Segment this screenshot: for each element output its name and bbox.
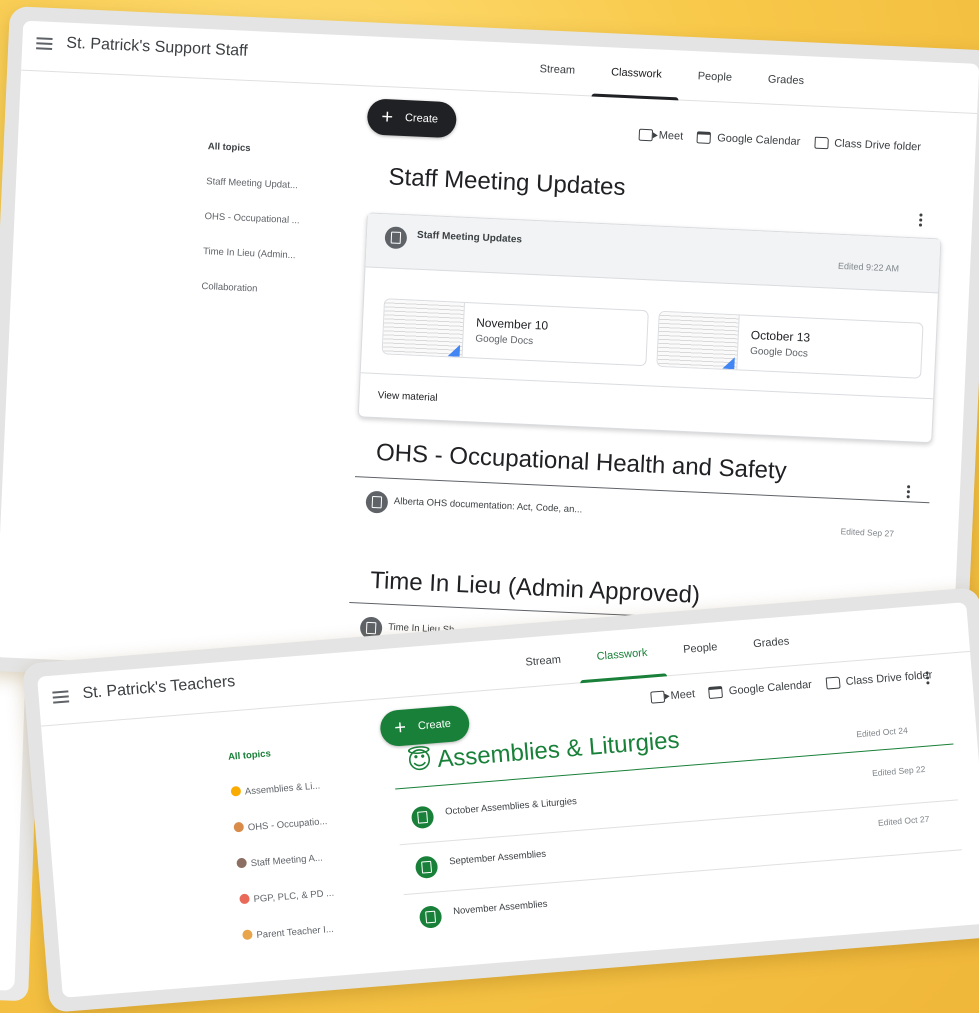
topic-parent-teacher[interactable]: Parent Teacher I... — [242, 923, 337, 943]
calendar-label: Google Calendar — [716, 132, 801, 148]
topic-label: OHS - Occupatio... — [247, 816, 328, 834]
item-title: Alberta OHS documentation: Act, Code, an… — [393, 495, 583, 516]
item-title: October Assemblies & Liturgies — [444, 795, 578, 818]
smiling-face-with-halo-icon: 😇 — [406, 746, 434, 776]
tab-stream[interactable]: Stream — [521, 43, 595, 96]
tab-grades[interactable]: Grades — [733, 615, 809, 671]
tab-bar: Stream Classwork People Grades — [506, 615, 810, 689]
material-card[interactable]: Staff Meeting Updates Edited 9:22 AM Nov… — [357, 212, 942, 444]
topic-label: Assemblies & Li... — [244, 780, 321, 798]
attachment-type: Google Docs — [749, 345, 809, 360]
topic-all[interactable]: All topics — [208, 141, 303, 156]
material-edited: Edited 9:22 AM — [837, 260, 900, 274]
tab-grades[interactable]: Grades — [749, 54, 823, 107]
topic-label: All topics — [227, 748, 272, 763]
attachment-november-10[interactable]: November 10 Google Docs — [381, 298, 649, 367]
more-options-icon[interactable] — [918, 213, 924, 229]
attachment-title: November 10 — [475, 315, 549, 333]
class-title[interactable]: St. Patrick's Support Staff — [66, 35, 248, 61]
attachment-type: Google Docs — [475, 333, 534, 348]
more-options-icon[interactable] — [906, 485, 911, 501]
google-calendar-button[interactable]: Google Calendar — [696, 131, 801, 148]
meet-label: Meet — [670, 688, 696, 703]
item-edited: Edited Oct 27 — [877, 813, 930, 828]
plus-icon: + — [393, 716, 407, 740]
create-label: Create — [404, 112, 439, 126]
google-calendar-button[interactable]: Google Calendar — [708, 678, 813, 699]
topic-pgp-plc-pd[interactable]: PGP, PLC, & PD ... — [239, 887, 334, 907]
view-material-link[interactable]: View material — [358, 372, 934, 443]
material-icon — [414, 855, 439, 880]
tab-bar: Stream Classwork People Grades — [521, 43, 824, 107]
topic-staff-meeting[interactable]: Staff Meeting A... — [236, 851, 331, 871]
hamburger-menu-icon[interactable] — [36, 37, 53, 50]
drive-label: Class Drive folder — [833, 137, 922, 154]
safety-vest-icon — [233, 821, 245, 833]
drive-label: Class Drive folder — [845, 669, 933, 688]
section-title-staff-meeting: Staff Meeting Updates — [388, 163, 627, 202]
section-title-ohs: OHS - Occupational Health and Safety — [375, 439, 788, 485]
shield-icon — [239, 893, 250, 905]
meet-label: Meet — [658, 129, 684, 143]
create-button[interactable]: + Create — [366, 98, 457, 139]
topic-collaboration[interactable]: Collaboration — [201, 281, 296, 296]
topic-label: Parent Teacher I... — [256, 923, 335, 942]
item-edited: Edited Sep 27 — [840, 526, 895, 539]
topic-ohs[interactable]: OHS - Occupational ... — [204, 211, 299, 226]
hamburger-menu-icon[interactable] — [52, 690, 70, 704]
attachment-october-13[interactable]: October 13 Google Docs — [656, 310, 924, 379]
tab-people[interactable]: People — [663, 621, 737, 676]
meet-button[interactable]: Meet — [650, 688, 696, 704]
people-icon — [242, 929, 253, 941]
item-title: September Assemblies — [448, 848, 547, 868]
topic-list: All topics Staff Meeting Updat... OHS - … — [200, 141, 303, 320]
briefcase-icon — [236, 857, 248, 869]
topic-assemblies[interactable]: Assemblies & Li... — [230, 779, 326, 799]
class-drive-folder-button[interactable]: Class Drive folder — [825, 669, 933, 690]
material-icon — [384, 226, 408, 250]
section-title-time-in-lieu: Time In Lieu (Admin Approved) — [369, 566, 701, 609]
topic-ohs[interactable]: OHS - Occupatio... — [233, 815, 328, 835]
google-docs-thumbnail — [657, 311, 740, 372]
material-icon — [365, 490, 389, 514]
material-header[interactable]: Staff Meeting Updates Edited 9:22 AM — [365, 213, 941, 294]
class-title[interactable]: St. Patrick's Teachers — [82, 673, 236, 703]
item-title: November Assemblies — [452, 898, 548, 918]
calendar-icon — [708, 685, 724, 699]
topic-staff-meeting[interactable]: Staff Meeting Updat... — [206, 176, 301, 191]
tab-stream[interactable]: Stream — [506, 633, 581, 689]
calendar-icon — [696, 131, 712, 144]
topic-label: Staff Meeting A... — [250, 852, 324, 870]
section-title-text: Assemblies & Liturgies — [436, 726, 681, 773]
class-drive-folder-button[interactable]: Class Drive folder — [813, 136, 922, 154]
create-button[interactable]: + Create — [378, 704, 471, 748]
google-docs-thumbnail — [382, 299, 465, 359]
topic-list: All topics Assemblies & Li... OHS - Occu… — [228, 744, 340, 966]
topic-time-in-lieu[interactable]: Time In Lieu (Admin... — [203, 246, 298, 261]
tab-classwork[interactable]: Classwork — [592, 47, 681, 101]
calendar-label: Google Calendar — [728, 678, 813, 698]
top-bar: St. Patrick's Support Staff Stream Class… — [21, 20, 979, 114]
material-icon — [418, 905, 443, 929]
create-label: Create — [417, 717, 452, 733]
tab-classwork[interactable]: Classwork — [577, 626, 667, 683]
tab-people[interactable]: People — [679, 50, 751, 103]
class-toolbar: Meet Google Calendar Class Drive folder — [638, 128, 922, 154]
video-camera-icon — [638, 128, 654, 142]
section-edited: Edited Oct 24 — [855, 725, 909, 740]
topic-label: PGP, PLC, & PD ... — [253, 887, 335, 906]
video-camera-icon — [650, 690, 666, 704]
attachment-title: October 13 — [750, 327, 811, 345]
folder-icon — [813, 136, 829, 150]
item-edited: Edited Sep 22 — [871, 763, 926, 779]
topic-all[interactable]: All topics — [227, 744, 323, 763]
list-item[interactable]: Alberta OHS documentation: Act, Code, an… — [353, 482, 929, 554]
plus-icon: + — [380, 105, 394, 129]
material-title: Staff Meeting Updates — [416, 229, 523, 246]
material-icon — [410, 805, 435, 830]
folder-icon — [825, 676, 841, 690]
meet-button[interactable]: Meet — [638, 128, 684, 143]
smiling-face-icon — [230, 785, 242, 797]
